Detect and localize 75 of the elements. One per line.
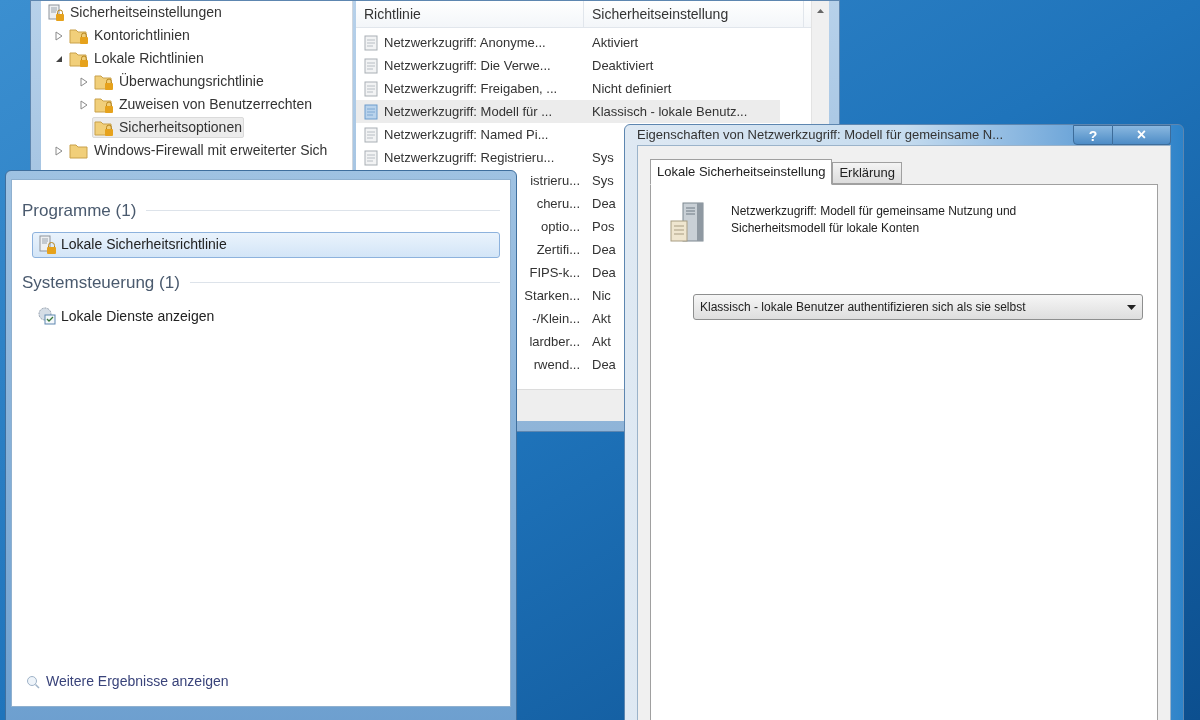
folder-lock-icon	[94, 72, 114, 91]
tree-item[interactable]: Sicherheitsoptionen	[92, 117, 244, 138]
policy-setting: Klassisch - lokale Benutz...	[591, 102, 748, 121]
collapsed-arrow-icon[interactable]	[55, 145, 63, 156]
policy-name: Netzwerkzugriff: Registrieru...	[384, 148, 555, 167]
policy-name: istrieru...	[530, 171, 580, 190]
document-lock-icon	[37, 234, 57, 255]
policy-document-icon	[364, 149, 380, 166]
tree-item[interactable]: Windows-Firewall mit erweiterter Sich	[67, 140, 330, 161]
policy-name: Netzwerkzugriff: Anonyme...	[384, 33, 546, 52]
policy-name: Starken...	[524, 286, 580, 305]
collapsed-arrow-icon[interactable]	[80, 99, 88, 110]
policy-row[interactable]: Netzwerkzugriff: Freigaben, ... Nicht definiert	[356, 77, 780, 100]
policy-name: Zertifi...	[536, 240, 580, 259]
policy-setting: Pos	[591, 217, 615, 236]
tree-item[interactable]: Kontorichtlinien	[67, 25, 192, 46]
policy-row[interactable]: Netzwerkzugriff: Modell für ... Klassisch - lokale Benutz...	[356, 100, 780, 123]
collapsed-arrow-icon[interactable]	[80, 76, 88, 87]
policy-name: -/Klein...	[532, 309, 580, 328]
result-item[interactable]: Lokale Dienste anzeigen	[32, 303, 500, 329]
policy-setting: Dea	[591, 355, 616, 374]
policy-document-icon	[364, 80, 380, 97]
dropdown-caret-icon	[1127, 304, 1136, 310]
policy-setting: Nicht definiert	[591, 79, 672, 98]
policy-document-icon	[364, 57, 380, 74]
column-header[interactable]: Richtlinie	[356, 1, 584, 27]
policy-name: FIPS-k...	[529, 263, 580, 282]
search-icon	[26, 674, 40, 689]
column-header[interactable]: Sicherheitseinstellung	[584, 1, 804, 27]
tree-item[interactable]: Lokale Richtlinien	[67, 48, 206, 69]
policy-name: Netzwerkzugriff: Named Pi...	[384, 125, 549, 144]
tree-item[interactable]: Überwachungsrichtlinie	[92, 71, 266, 92]
policy-name: cheru...	[536, 194, 580, 213]
dialog-title: Eigenschaften von Netzwerkzugriff: Modell für gemeinsame N...	[637, 126, 1005, 145]
policy-document-icon	[364, 126, 380, 143]
policy-setting: Dea	[591, 240, 616, 259]
policy-description: Netzwerkzugriff: Modell für gemeinsame Nutzung und Sicherheitsmodell für lokale Konten	[731, 203, 1018, 237]
policy-setting: Dea	[591, 263, 616, 282]
policy-document-icon	[364, 103, 380, 120]
folder-lock-icon	[94, 118, 114, 137]
policy-name: Netzwerkzugriff: Die Verwe...	[384, 56, 551, 75]
policy-setting: Sys	[591, 148, 614, 167]
policy-setting: Akt	[591, 332, 611, 351]
policy-name: rwend...	[533, 355, 580, 374]
tab[interactable]: Lokale Sicherheitseinstellung	[650, 159, 833, 185]
expanded-arrow-icon[interactable]	[55, 54, 63, 63]
scroll-up-arrow-icon[interactable]	[817, 9, 824, 13]
group-heading: Programme (1)	[22, 200, 137, 222]
folder-lock-icon	[69, 26, 89, 45]
policy-setting: Dea	[591, 194, 616, 213]
folder-lock-icon	[69, 49, 89, 68]
gear-window-icon	[37, 306, 57, 326]
setting-dropdown[interactable]: Klassisch - lokale Benutzer authentifizieren sich als sie selbst	[693, 294, 1143, 320]
policy-setting: Aktiviert	[591, 33, 639, 52]
tree-item[interactable]: Zuweisen von Benutzerrechten	[92, 94, 314, 115]
tab[interactable]: Erklärung	[832, 162, 903, 184]
collapsed-arrow-icon[interactable]	[55, 30, 63, 41]
policy-setting: Akt	[591, 309, 611, 328]
policy-document-icon	[364, 34, 380, 51]
policy-name: lardber...	[529, 332, 580, 351]
policy-name: Netzwerkzugriff: Freigaben, ...	[384, 79, 558, 98]
folder-lock-icon	[94, 95, 114, 114]
more-results-link[interactable]: Weitere Ergebnisse anzeigen	[22, 671, 500, 692]
document-lock-icon	[47, 3, 65, 22]
folder-icon	[69, 141, 89, 160]
tree-item[interactable]: Sicherheitseinstellungen	[45, 2, 224, 23]
policy-name: Netzwerkzugriff: Modell für ...	[384, 102, 553, 121]
policy-setting: Nic	[591, 286, 611, 305]
policy-setting: Deaktiviert	[591, 56, 654, 75]
policy-name: optio...	[540, 217, 580, 236]
policy-row[interactable]: Netzwerkzugriff: Anonyme... Aktiviert	[356, 31, 780, 54]
result-item[interactable]: Lokale Sicherheitsrichtlinie	[32, 231, 500, 258]
policy-setting: Sys	[591, 171, 614, 190]
policy-row[interactable]: Netzwerkzugriff: Die Verwe... Deaktiviert	[356, 54, 780, 77]
group-heading: Systemsteuerung (1)	[22, 271, 180, 294]
